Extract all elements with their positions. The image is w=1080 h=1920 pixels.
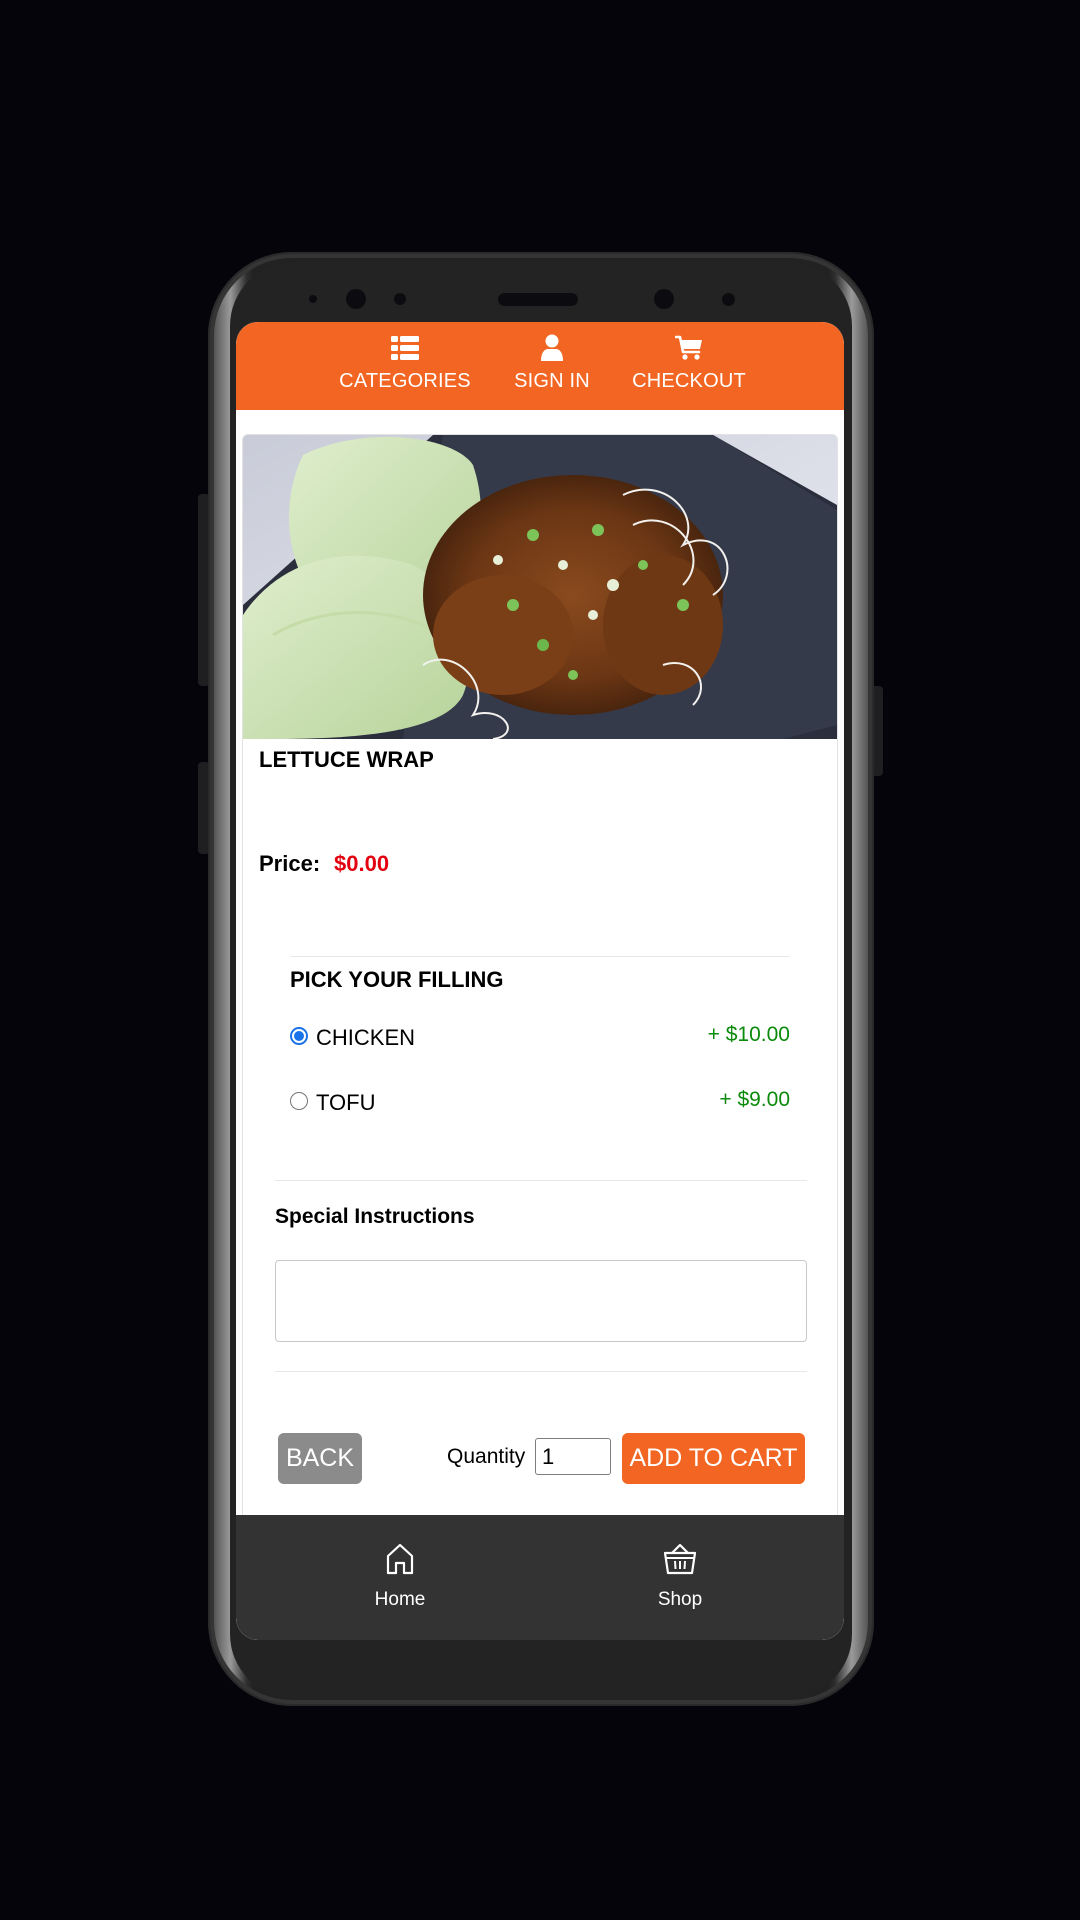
nav-sign-in[interactable]: SIGN IN: [500, 334, 604, 393]
earpiece-speaker: [498, 293, 578, 306]
product-title: LETTUCE WRAP: [259, 747, 434, 772]
sensor-dot: [722, 293, 735, 306]
special-instructions-input[interactable]: [275, 1260, 807, 1342]
bottom-nav: Home Shop: [236, 1515, 844, 1640]
product-image: [243, 435, 837, 739]
sensor-dot: [309, 295, 317, 303]
list-icon: [391, 336, 419, 360]
cart-icon: [675, 335, 702, 360]
option-price: + $9.00: [719, 1088, 790, 1111]
home-icon: [386, 1543, 414, 1575]
price-value: $0.00: [334, 851, 390, 876]
app-screen: CATEGORIES SIGN IN CHECKOUT LETTUCE WRAP…: [236, 322, 844, 1640]
user-icon: [541, 334, 563, 361]
back-button[interactable]: BACK: [278, 1433, 362, 1484]
radio-tofu[interactable]: [290, 1092, 308, 1110]
divider: [275, 1180, 807, 1181]
divider: [290, 956, 790, 957]
top-nav: CATEGORIES SIGN IN CHECKOUT: [236, 322, 844, 410]
nav-categories-label: CATEGORIES: [339, 370, 471, 392]
bottom-nav-shop[interactable]: Shop: [620, 1543, 740, 1611]
nav-checkout[interactable]: CHECKOUT: [628, 334, 750, 393]
bottom-nav-home[interactable]: Home: [340, 1543, 460, 1611]
bottom-nav-home-label: Home: [374, 1589, 426, 1610]
add-to-cart-button[interactable]: ADD TO CART: [622, 1433, 805, 1484]
special-instructions-label: Special Instructions: [275, 1205, 475, 1228]
bottom-nav-shop-label: Shop: [657, 1589, 703, 1610]
sensor-dot: [394, 293, 406, 305]
nav-checkout-label: CHECKOUT: [632, 370, 746, 392]
product-card: LETTUCE WRAP Price: $0.00 PICK YOUR FILL…: [242, 434, 838, 1520]
option-label: CHICKEN: [316, 1025, 416, 1050]
option-label: TOFU: [316, 1090, 376, 1115]
filling-option-chicken[interactable]: CHICKEN + $10.00: [290, 1023, 790, 1055]
radio-chicken[interactable]: [290, 1027, 308, 1045]
divider: [275, 1371, 807, 1372]
quantity-label: Quantity: [447, 1445, 526, 1468]
option-price: + $10.00: [707, 1023, 790, 1046]
price-label: Price:: [259, 851, 321, 876]
basket-icon: [663, 1543, 697, 1575]
product-photo: [243, 435, 837, 739]
nav-sign-in-label: SIGN IN: [514, 370, 590, 392]
front-camera: [346, 289, 366, 309]
nav-categories[interactable]: CATEGORIES: [336, 334, 474, 393]
quantity-input[interactable]: [535, 1438, 611, 1475]
filling-section-title: PICK YOUR FILLING: [290, 967, 504, 992]
iris-camera: [654, 289, 674, 309]
filling-option-tofu[interactable]: TOFU + $9.00: [290, 1088, 790, 1120]
